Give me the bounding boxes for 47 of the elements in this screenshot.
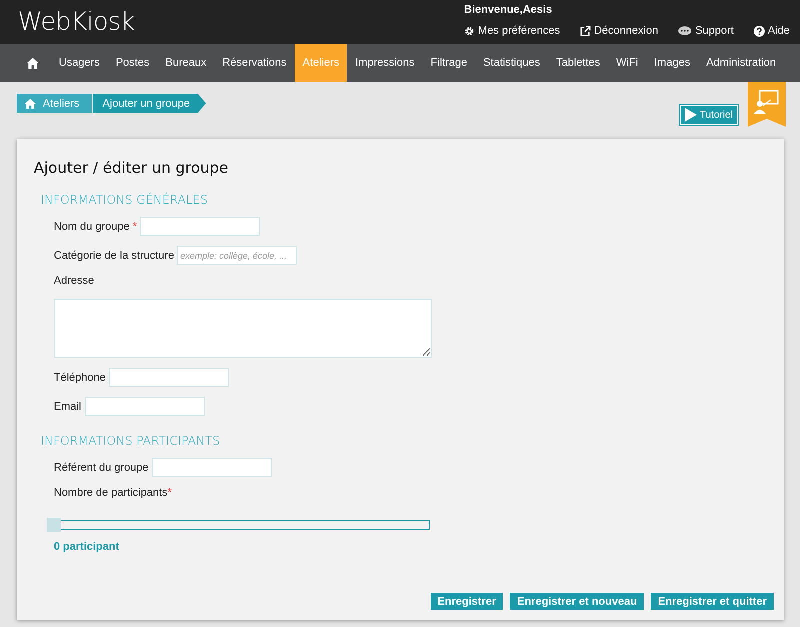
nav-tab[interactable]: Filtrage (422, 44, 476, 82)
text-area[interactable] (54, 299, 432, 358)
section-heading: INFORMATIONS GÉNÉRALES (41, 193, 209, 207)
play-icon (685, 108, 697, 122)
help-icon (754, 26, 765, 36)
gear-icon (464, 26, 476, 36)
input-field[interactable] (152, 458, 272, 477)
nav-tab[interactable]: Images (646, 44, 698, 82)
field-label: Catégorie de la structure (54, 250, 174, 262)
page-title: Ajouter / éditer un groupe (34, 159, 230, 177)
welcome-text: Bienvenue,Aesis (464, 4, 554, 16)
field-label: Adresse (54, 275, 94, 287)
input-field[interactable] (140, 217, 260, 236)
header-link[interactable]: Aide (754, 25, 790, 37)
nav-tab[interactable]: Usagers (51, 44, 108, 82)
nav-tab[interactable]: Tablettes (548, 44, 608, 82)
header-link[interactable]: Mes préférences (464, 25, 560, 37)
logo: WebKiosk (18, 6, 135, 38)
chat-icon (678, 26, 692, 36)
field-label: Téléphone (54, 372, 106, 384)
home-icon (27, 58, 39, 68)
input-field[interactable] (84, 397, 205, 416)
nav-tab[interactable]: Statistiques (475, 44, 548, 82)
required-mark: * (132, 220, 138, 232)
external-link-icon (580, 26, 592, 36)
slider[interactable] (48, 518, 430, 532)
field-label: Nombre de participants (54, 487, 168, 499)
nav-tab[interactable]: Réservations (214, 44, 295, 82)
field-label: Email (54, 400, 82, 412)
participant-count: 0 participant (54, 541, 120, 553)
nav-tab[interactable]: Postes (108, 44, 158, 82)
nav-tab[interactable]: Impressions (347, 44, 423, 82)
breadcrumb-current: Ajouter un groupe (92, 94, 206, 113)
input-field[interactable]: exemple: collège, école, ... (177, 246, 298, 265)
input-field[interactable] (109, 368, 229, 387)
teacher-ribbon-icon (748, 82, 786, 127)
slider-thumb[interactable] (47, 518, 61, 532)
section-heading: INFORMATIONS PARTICIPANTS (41, 434, 222, 448)
header-link[interactable]: Support (678, 25, 734, 37)
header-link[interactable]: Déconnexion (580, 25, 658, 37)
nav-tab[interactable]: Bureaux (158, 44, 215, 82)
required-mark: * (168, 487, 172, 499)
nav-tab[interactable]: Administration (698, 44, 784, 82)
field-label: Nom du groupe (54, 220, 130, 232)
home-icon (25, 98, 36, 108)
field-label: Référent du groupe (54, 462, 149, 474)
nav-tab[interactable]: WiFi (608, 44, 646, 82)
